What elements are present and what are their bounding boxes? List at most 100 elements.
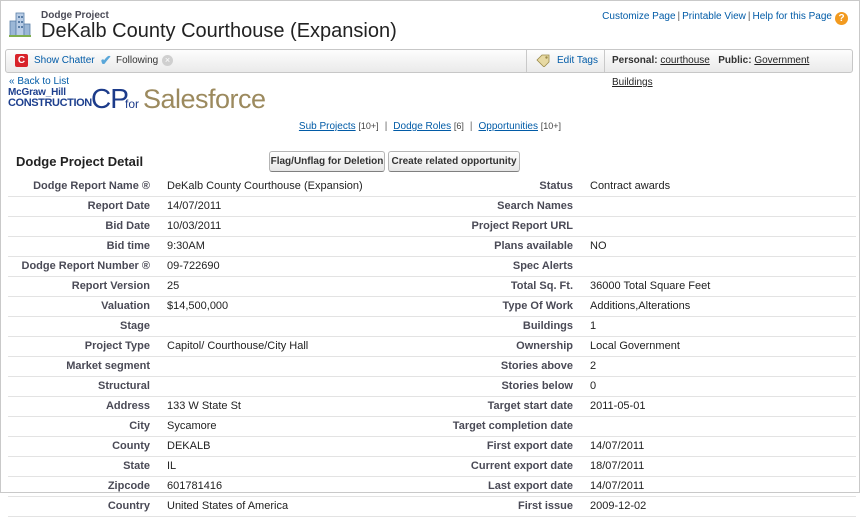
help-link[interactable]: Help for this Page xyxy=(753,11,833,22)
tag-icon[interactable] xyxy=(536,54,551,67)
field-value: 0 xyxy=(590,380,597,392)
field-label: County xyxy=(112,440,150,452)
detail-row: Stage Buildings 1 xyxy=(8,317,856,337)
field-label: Dodge Report Number ® xyxy=(21,260,151,272)
following-label: Following xyxy=(116,55,159,66)
field-value: Capitol/ Courthouse/City Hall xyxy=(167,340,309,352)
field-label: Stage xyxy=(120,320,150,332)
field-label: Project Type xyxy=(84,340,150,352)
field-label: Total Sq. Ft. xyxy=(510,280,573,292)
detail-row: Report Version 25 Total Sq. Ft. 36000 Total… xyxy=(8,277,856,297)
detail-row: Market segment Stories above 2 xyxy=(8,357,856,377)
opportunities-link[interactable]: Opportunities [10+] xyxy=(479,121,562,132)
create-opportunity-button[interactable]: Create related opportunity xyxy=(388,151,520,172)
for-logo-text: for xyxy=(125,97,140,111)
field-label: Target completion date xyxy=(452,420,573,432)
toolbar-divider xyxy=(526,50,527,72)
chatter-icon[interactable]: C xyxy=(15,54,28,67)
field-label: Type Of Work xyxy=(502,300,574,312)
field-value: 36000 Total Square Feet xyxy=(590,280,711,292)
customize-page-link[interactable]: Customize Page xyxy=(602,11,675,22)
field-label: Structural xyxy=(98,380,150,392)
field-label: Bid Date xyxy=(105,220,150,232)
show-chatter-link[interactable]: Show Chatter xyxy=(34,50,95,72)
detail-row: County DEKALB First export date 14/07/2011 xyxy=(8,437,856,457)
detail-row: State IL Current export date 18/07/2011 xyxy=(8,457,856,477)
help-icon[interactable]: ? xyxy=(835,12,848,25)
flag-unflag-button[interactable]: Flag/Unflag for Deletion xyxy=(269,151,385,172)
detail-row: Project Type Capitol/ Courthouse/City Hal… xyxy=(8,337,856,357)
field-value: 09-722690 xyxy=(167,260,220,272)
field-label: Last export date xyxy=(488,480,573,492)
printable-view-link[interactable]: Printable View xyxy=(682,11,746,22)
field-value: IL xyxy=(167,460,177,472)
related-lists-links: Sub Projects [10+] | Dodge Roles [6] | Oppor… xyxy=(298,121,562,132)
toolbar-divider xyxy=(604,50,605,72)
field-label: Stories above xyxy=(500,360,573,372)
unfollow-icon[interactable]: × xyxy=(162,55,173,66)
field-label: Stories below xyxy=(501,380,573,392)
field-value: 18/07/2011 xyxy=(590,460,645,472)
field-label: Project Report URL xyxy=(471,220,573,232)
field-label: Plans available xyxy=(494,240,573,252)
chatter-toolbar: C Show Chatter ✔ Following × Edit Tags P… xyxy=(5,49,853,88)
sub-projects-link[interactable]: Sub Projects [10+] xyxy=(299,121,379,132)
detail-row: Valuation $14,500,000 Type Of Work Addition… xyxy=(8,297,856,317)
cp-logo-text: CP xyxy=(91,83,129,114)
field-value: Sycamore xyxy=(167,420,217,432)
building-icon xyxy=(9,12,31,37)
field-value: NO xyxy=(590,240,607,252)
field-value: 133 W State St xyxy=(167,400,241,412)
field-label: Dodge Report Name ® xyxy=(33,180,150,192)
field-label: Market segment xyxy=(66,360,150,372)
field-value: 14/07/2011 xyxy=(590,440,645,452)
field-label: Search Names xyxy=(497,200,573,212)
detail-row: Bid time 9:30AM Plans available NO xyxy=(8,237,856,257)
field-value: 14/07/2011 xyxy=(167,200,222,212)
field-value: DeKalb County Courthouse (Expansion) xyxy=(167,180,363,192)
top-links: Customize Page | Printable View | Help for t… xyxy=(602,11,848,25)
field-label: Status xyxy=(539,180,573,192)
field-label: Address xyxy=(105,400,150,412)
section-title: Dodge Project Detail xyxy=(16,154,144,169)
field-label: Country xyxy=(107,500,150,512)
field-label: Ownership xyxy=(516,340,573,352)
field-value: United States of America xyxy=(167,500,289,512)
field-value: Additions,Alterations xyxy=(590,300,691,312)
field-label: State xyxy=(123,460,150,472)
detail-table: Dodge Report Name ® DeKalb County Courtho… xyxy=(8,177,856,517)
field-label: Zipcode xyxy=(107,480,150,492)
mcgraw-hill-logo: McGraw_Hill CONSTRUCTION xyxy=(8,87,92,111)
field-value: 601781416 xyxy=(167,480,223,492)
field-value: Contract awards xyxy=(590,180,671,192)
field-label: City xyxy=(129,420,150,432)
field-label: First issue xyxy=(517,500,573,512)
edit-tags-link[interactable]: Edit Tags xyxy=(557,50,598,72)
detail-row: Country United States of America First iss… xyxy=(8,497,856,517)
field-value: $14,500,000 xyxy=(167,300,229,312)
field-value: 1 xyxy=(590,320,597,332)
field-label: Spec Alerts xyxy=(512,260,573,272)
detail-row: Structural Stories below 0 xyxy=(8,377,856,397)
field-label: First export date xyxy=(486,440,573,452)
field-value: Local Government xyxy=(590,340,680,352)
salesforce-logo-text: Salesforce xyxy=(143,84,266,114)
dodge-roles-link[interactable]: Dodge Roles [6] xyxy=(393,121,464,132)
detail-row: Bid Date 10/03/2011 Project Report URL xyxy=(8,217,856,237)
field-label: Report Version xyxy=(71,280,150,292)
field-value: 10/03/2011 xyxy=(167,220,222,232)
field-value: 14/07/2011 xyxy=(590,480,645,492)
check-icon: ✔ xyxy=(100,52,112,68)
back-to-list-link[interactable]: « Back to List xyxy=(9,76,69,87)
field-value: 2009-12-02 xyxy=(590,500,647,512)
personal-tag-link[interactable]: courthouse xyxy=(660,55,709,66)
personal-tags-label: Personal: xyxy=(612,55,658,66)
public-tags-label: Public: xyxy=(718,55,752,66)
field-value: 25 xyxy=(167,280,180,292)
field-value: 2 xyxy=(590,360,597,372)
field-value: 9:30AM xyxy=(167,240,205,252)
field-label: Report Date xyxy=(87,200,150,212)
field-label: Valuation xyxy=(101,300,150,312)
field-label: Buildings xyxy=(522,320,573,332)
detail-row: Dodge Report Number ® 09-722690 Spec Alert… xyxy=(8,257,856,277)
